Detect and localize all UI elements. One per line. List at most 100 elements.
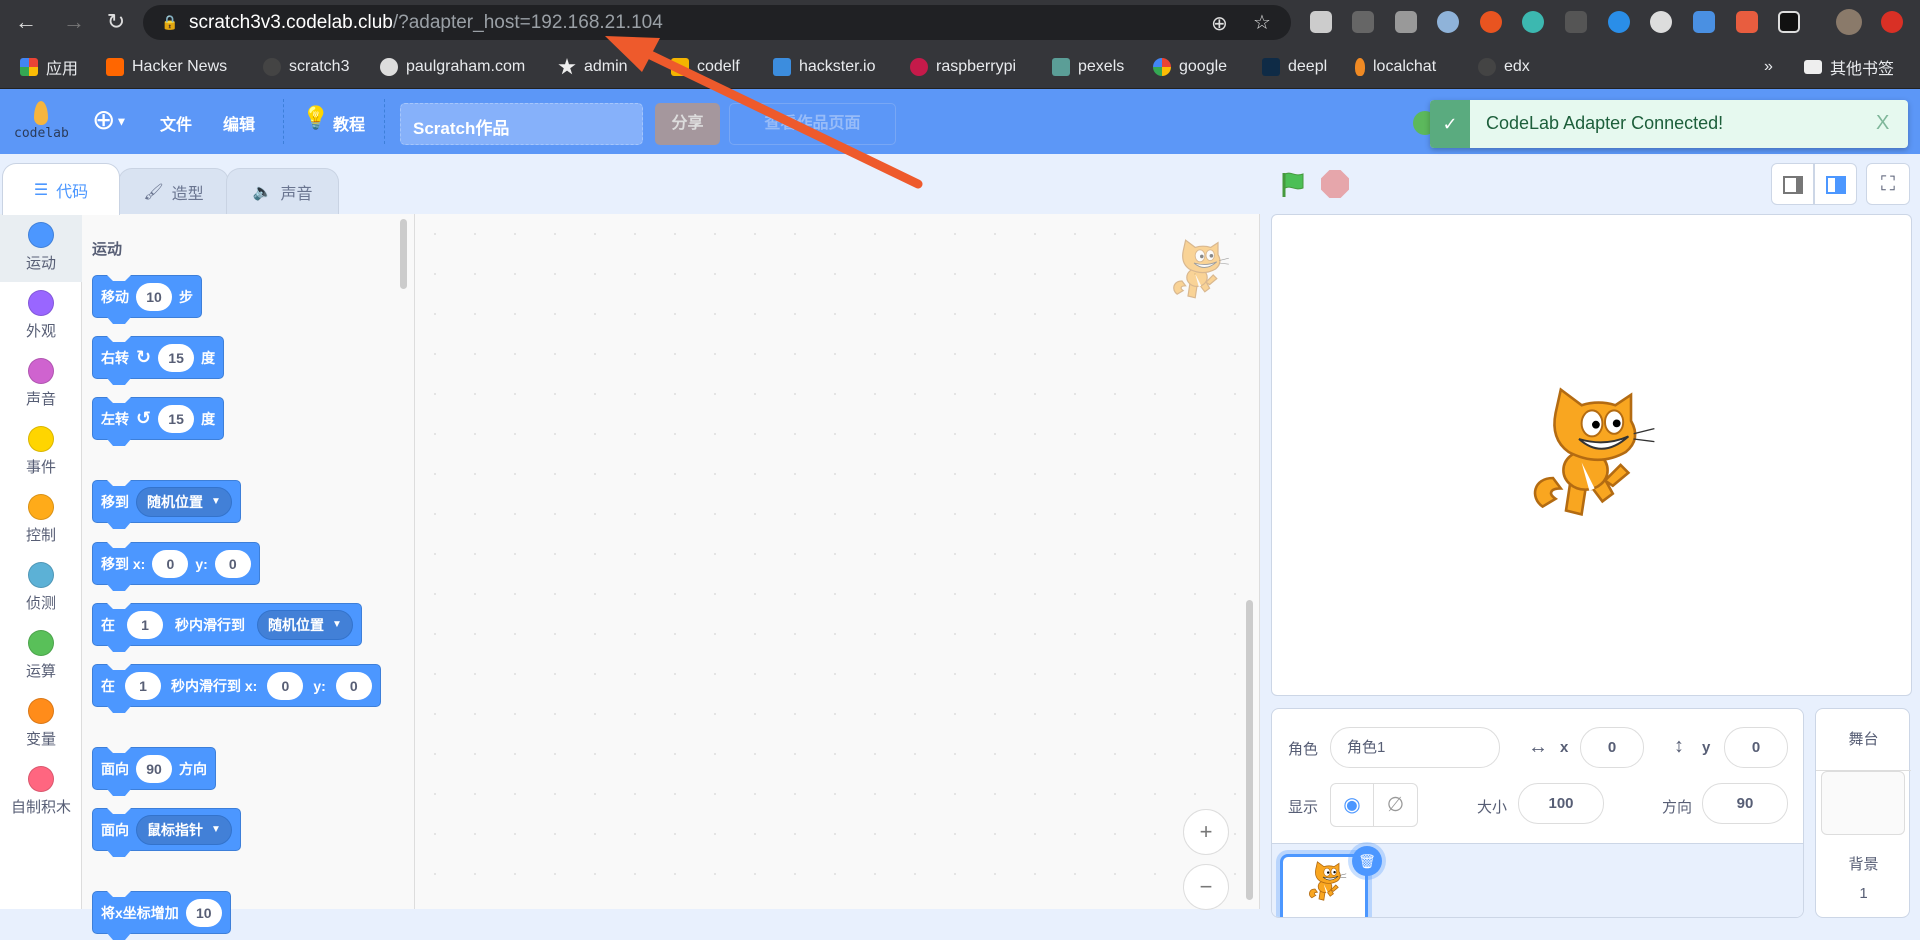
category-operators[interactable]: 运算: [0, 622, 82, 690]
toast-close-button[interactable]: X: [1876, 112, 1889, 135]
see-project-page-button[interactable]: 查看作品页面: [729, 103, 896, 145]
codelab-logo[interactable]: codelab: [14, 101, 69, 145]
bookmark-deepl[interactable]: deepl: [1262, 54, 1327, 80]
zoom-icon[interactable]: ⊕: [1211, 11, 1228, 36]
direction-input[interactable]: 90: [1702, 783, 1788, 824]
s-extension-icon[interactable]: [1650, 11, 1672, 33]
bookmark-codelf[interactable]: codelf: [671, 54, 740, 80]
block-move-steps[interactable]: 移动 10 步: [92, 275, 202, 318]
x-change-input[interactable]: 10: [185, 898, 222, 927]
back-button[interactable]: ←: [12, 8, 40, 36]
size-input[interactable]: 100: [1518, 783, 1604, 824]
tutorials-menu[interactable]: 教程: [333, 111, 365, 135]
bookmark-admin[interactable]: admin: [558, 54, 628, 80]
seconds-input[interactable]: 1: [125, 671, 161, 700]
y-input[interactable]: 0: [214, 549, 251, 578]
target-dropdown[interactable]: 鼠标指针 ▼: [136, 814, 232, 845]
tab-code[interactable]: ☰ 代码: [2, 163, 120, 215]
ring-extension-icon[interactable]: [1437, 11, 1459, 33]
bookmark-raspberrypi[interactable]: raspberrypi: [910, 54, 1016, 80]
block-turn-left[interactable]: 左转 ↺ 15 度: [92, 397, 225, 440]
ubuntu-extension-icon[interactable]: [1480, 11, 1502, 33]
delete-sprite-button[interactable]: 🗑: [1352, 846, 1382, 876]
bookmark-hacker-news[interactable]: Hacker News: [106, 54, 227, 80]
pocket-extension-icon[interactable]: [1352, 11, 1374, 33]
sitemap-extension-icon[interactable]: [1736, 11, 1758, 33]
file-menu[interactable]: 文件: [160, 111, 192, 135]
category-control[interactable]: 控制: [0, 486, 82, 554]
address-bar[interactable]: 🔒 scratch3v3.codelab.club/?adapter_host=…: [143, 5, 1291, 40]
palette-scrollbar[interactable]: [400, 219, 407, 289]
block-glide-to-xy[interactable]: 在 1 秒内滑行到 x: 0 y: 0: [92, 664, 381, 707]
shield-extension-icon[interactable]: [1395, 11, 1417, 33]
bookmark-localchat[interactable]: localchat: [1355, 54, 1436, 80]
cat-sprite[interactable]: [1527, 387, 1657, 530]
qr-extension-icon[interactable]: [1310, 11, 1332, 33]
tab-costumes[interactable]: 🖌 造型: [118, 168, 229, 214]
reload-button[interactable]: ↻: [102, 8, 130, 36]
bookmark-star-icon[interactable]: ☆: [1253, 10, 1271, 35]
hide-sprite-button[interactable]: ∅: [1374, 783, 1418, 827]
steps-input[interactable]: 10: [136, 282, 172, 311]
bookmarks-overflow-button[interactable]: »: [1764, 54, 1773, 80]
bookmark-pexels[interactable]: pexels: [1052, 54, 1124, 80]
category-looks[interactable]: 外观: [0, 282, 82, 350]
block-glide-to[interactable]: 在 1 秒内滑行到 随机位置 ▼: [92, 603, 362, 646]
show-sprite-button[interactable]: ◉: [1330, 783, 1374, 827]
stop-button[interactable]: [1321, 170, 1349, 198]
language-globe-icon[interactable]: ⊕▼: [92, 103, 127, 136]
degrees-input[interactable]: 15: [158, 404, 195, 433]
script-area[interactable]: + −: [415, 214, 1260, 910]
m-extension-icon[interactable]: [1522, 11, 1544, 33]
zoom-in-button[interactable]: +: [1183, 809, 1229, 855]
sprite-name-input[interactable]: 角色1: [1330, 727, 1500, 768]
x-input[interactable]: 0: [1580, 727, 1644, 768]
target-dropdown[interactable]: 随机位置 ▼: [136, 486, 232, 517]
normal-stage-button[interactable]: [1814, 163, 1857, 205]
doc-extension-icon[interactable]: [1693, 11, 1715, 33]
bookmark-google[interactable]: google: [1153, 54, 1227, 80]
block-go-to-xy[interactable]: 移到 x: 0 y: 0: [92, 542, 260, 585]
category-events[interactable]: 事件: [0, 418, 82, 486]
stage-selector[interactable]: 舞台 背景 1: [1815, 708, 1911, 918]
seconds-input[interactable]: 1: [127, 610, 163, 639]
down-extension-icon[interactable]: [1608, 11, 1630, 33]
block-turn-right[interactable]: 右转 ↻ 15 度: [92, 336, 225, 379]
backdrop-thumbnail[interactable]: [1821, 771, 1905, 835]
category-sound[interactable]: 声音: [0, 350, 82, 418]
bookmark-paulgraham[interactable]: paulgraham.com: [380, 54, 525, 80]
category-motion[interactable]: 运动: [0, 214, 82, 282]
x-input[interactable]: 0: [152, 549, 189, 578]
block-change-x[interactable]: 将x坐标增加 10: [92, 891, 231, 934]
other-bookmarks[interactable]: 其他书签: [1804, 54, 1894, 80]
extension-icon[interactable]: [1565, 11, 1587, 33]
stage[interactable]: [1271, 214, 1912, 696]
share-button[interactable]: 分享: [655, 103, 720, 145]
target-dropdown[interactable]: 随机位置 ▼: [257, 609, 353, 640]
y-input[interactable]: 0: [335, 671, 372, 700]
zoom-out-button[interactable]: −: [1183, 864, 1229, 910]
project-title-input[interactable]: Scratch作品: [400, 103, 643, 145]
y-input[interactable]: 0: [1724, 727, 1788, 768]
bookmark-scratch3[interactable]: scratch3: [263, 54, 349, 80]
glasses-extension-icon[interactable]: [1778, 11, 1800, 33]
block-go-to[interactable]: 移到 随机位置 ▼: [92, 480, 241, 523]
bookmark-apps[interactable]: 应用: [20, 54, 78, 80]
edit-menu[interactable]: 编辑: [223, 111, 255, 135]
direction-input[interactable]: 90: [136, 754, 172, 783]
degrees-input[interactable]: 15: [158, 343, 195, 372]
update-icon[interactable]: [1881, 11, 1903, 33]
small-stage-button[interactable]: [1771, 163, 1814, 205]
block-point-in-direction[interactable]: 面向 90 方向: [92, 747, 216, 790]
green-flag-button[interactable]: [1280, 170, 1308, 198]
script-scrollbar[interactable]: [1246, 600, 1253, 900]
bookmark-hackster[interactable]: hackster.io: [773, 54, 875, 80]
category-variables[interactable]: 变量: [0, 690, 82, 758]
bookmark-edx[interactable]: edx: [1478, 54, 1530, 80]
category-sensing[interactable]: 侦测: [0, 554, 82, 622]
category-my-blocks[interactable]: 自制积木: [0, 758, 82, 826]
x-input[interactable]: 0: [267, 671, 304, 700]
forward-button[interactable]: →: [60, 8, 88, 36]
fullscreen-button[interactable]: ⛶: [1866, 163, 1910, 205]
tab-sounds[interactable]: 🔈 声音: [226, 168, 339, 214]
